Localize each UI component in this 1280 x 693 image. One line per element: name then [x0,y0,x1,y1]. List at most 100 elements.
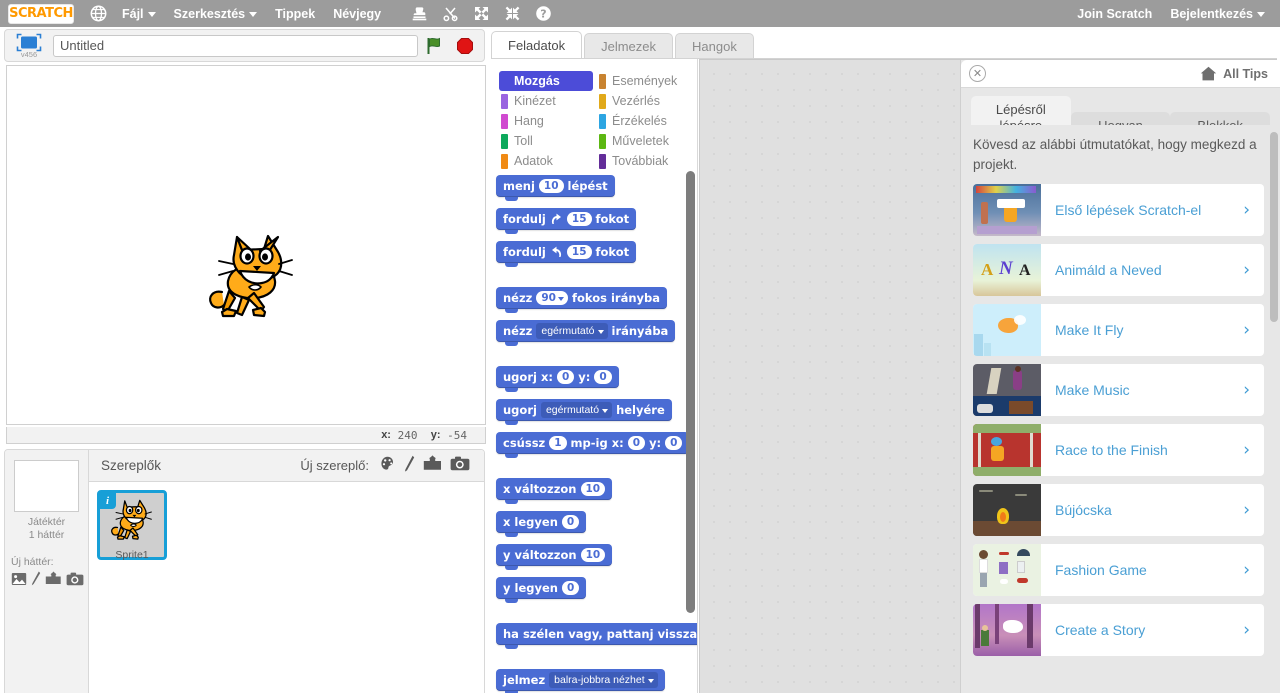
category-sound[interactable]: Hang [499,111,593,131]
block-if-on-edge-bounce[interactable]: ha szélen vagy, pattanj vissza [496,623,697,649]
block-point-direction[interactable]: nézz 90 fokos irányba [496,287,668,313]
scratch-logo[interactable]: SCRATCH [8,3,74,24]
grow-icon[interactable] [473,5,490,22]
stamp-icon[interactable] [411,5,428,22]
block-number-input[interactable]: 0 [556,370,575,384]
stop-icon[interactable] [454,35,476,57]
category-sensing[interactable]: Érzékelés [597,111,691,131]
block-glide[interactable]: csússz 1 mp-ig x: 0 y: 0 [496,432,690,458]
toolbar-tools: ? [404,5,559,22]
sprite-card-sprite1[interactable]: i Sprite1 [97,490,167,561]
block-change-x[interactable]: x változzon 10 [496,478,613,504]
stage-thumbnail[interactable] [14,460,79,512]
palette-scroll-area[interactable]: menj 10 lépést fordulj 15 fokot fordulj 15 fokot… [491,169,697,693]
signin-menu[interactable]: Bejelentkezés [1161,2,1274,26]
sprite-upload-icon[interactable] [423,455,442,476]
block-number-input[interactable]: 15 [566,245,592,259]
sprite-paint-icon[interactable] [404,455,415,477]
stage-selector-column: Játéktér 1 háttér Új háttér: [5,450,89,693]
tutorial-card[interactable]: Race to the Finish › [973,424,1264,476]
block-change-y[interactable]: y változzon 10 [496,544,613,570]
block-group-gap [496,656,697,669]
block-label: y legyen [503,581,558,595]
block-number-input[interactable]: 1 [549,436,567,450]
block-set-rotation-style[interactable]: jelmez balra-jobbra nézhet [496,669,665,693]
join-scratch-button[interactable]: Join Scratch [1068,2,1161,26]
close-icon[interactable]: ✕ [969,65,986,82]
category-events[interactable]: Események [597,71,691,91]
category-pen[interactable]: Toll [499,131,593,151]
tutorial-card[interactable]: Fashion Game › [973,544,1264,596]
cat-sprite[interactable] [207,229,297,329]
category-more[interactable]: Továbbiak [597,151,691,171]
block-point-towards[interactable]: nézz egérmutató irányába [496,320,676,346]
block-row: csússz 1 mp-ig x: 0 y: 0 [496,432,697,465]
menu-item-edit[interactable]: Szerkesztés [165,2,267,26]
block-number-input[interactable]: 10 [580,482,606,496]
palette-scrollbar-thumb[interactable] [686,171,695,613]
stage-size-control[interactable]: v456 [9,33,49,59]
block-dropdown[interactable]: balra-jobbra nézhet [549,672,658,688]
stage-header: v456 [4,29,485,62]
block-set-y[interactable]: y legyen 0 [496,577,587,603]
menu-item-tips[interactable]: Tippek [266,2,324,26]
tutorial-card[interactable]: Make Music › [973,364,1264,416]
block-number-input[interactable]: 0 [561,581,580,595]
category-swatch [501,74,508,89]
category-motion[interactable]: Mozgás [499,71,593,91]
tab-costumes[interactable]: Jelmezek [584,33,674,59]
tips-scrollbar-thumb[interactable] [1270,132,1278,322]
sprite-camera-icon[interactable] [450,456,470,476]
block-dropdown[interactable]: 90 [536,291,568,305]
globe-icon[interactable] [90,5,107,22]
block-number-input[interactable]: 0 [594,370,612,384]
category-operators[interactable]: Műveletek [597,131,691,151]
category-swatch [599,133,606,149]
block-number-input[interactable]: 10 [538,179,564,193]
block-label: x: [540,370,553,384]
block-turn-right[interactable]: fordulj 15 fokot [496,208,637,234]
category-looks[interactable]: Kinézet [499,91,593,111]
paint-icon[interactable] [31,571,41,591]
block-move-steps[interactable]: menj 10 lépést [496,175,615,201]
category-control[interactable]: Vezérlés [597,91,691,111]
tab-scripts[interactable]: Feladatok [491,31,583,59]
block-dropdown[interactable]: egérmutató [536,323,608,339]
category-swatch [599,153,606,169]
menu-item-about[interactable]: Névjegy [324,2,390,26]
tab-sounds[interactable]: Hangok [675,33,754,59]
shrink-icon[interactable] [504,5,521,22]
tutorial-card[interactable]: A N A Animáld a Neved › [973,244,1264,296]
block-turn-left[interactable]: fordulj 15 fokot [496,241,637,267]
block-number-input[interactable]: 10 [580,548,606,562]
block-go-to-xy[interactable]: ugorj x: 0 y: 0 [496,366,619,392]
new-backdrop-icons [11,571,88,591]
stage-canvas[interactable] [6,65,486,425]
library-icon[interactable] [11,572,27,591]
block-number-input[interactable]: 0 [561,515,580,529]
menu-item-file[interactable]: Fájl [113,2,165,26]
upload-icon[interactable] [45,571,62,591]
tutorial-card[interactable]: Bújócska › [973,484,1264,536]
block-dropdown[interactable]: egérmutató [540,402,613,418]
block-set-x[interactable]: x legyen 0 [496,511,587,537]
palette-scrollbar[interactable] [686,169,695,685]
sprite-info-icon[interactable]: i [99,492,116,509]
green-flag-icon[interactable] [424,35,446,57]
project-title-input[interactable] [53,34,418,57]
block-number-input[interactable]: 0 [665,436,683,450]
tutorial-card[interactable]: Első lépések Scratch-el › [973,184,1264,236]
all-tips-button[interactable]: All Tips [1200,66,1268,81]
category-data[interactable]: Adatok [499,151,593,171]
block-go-to[interactable]: ugorj egérmutató helyére [496,399,672,425]
scissors-icon[interactable] [442,5,459,22]
block-number-input[interactable]: 0 [627,436,646,450]
tutorial-card[interactable]: Create a Story › [973,604,1264,656]
camera-icon[interactable] [66,572,84,591]
sprite-library-icon[interactable] [379,455,396,477]
tutorial-card[interactable]: Make It Fly › [973,304,1264,356]
tab-scripts-label: Feladatok [508,38,566,53]
tips-scrollbar[interactable] [1270,132,1278,692]
help-icon[interactable]: ? [535,5,552,22]
block-number-input[interactable]: 15 [566,212,592,226]
